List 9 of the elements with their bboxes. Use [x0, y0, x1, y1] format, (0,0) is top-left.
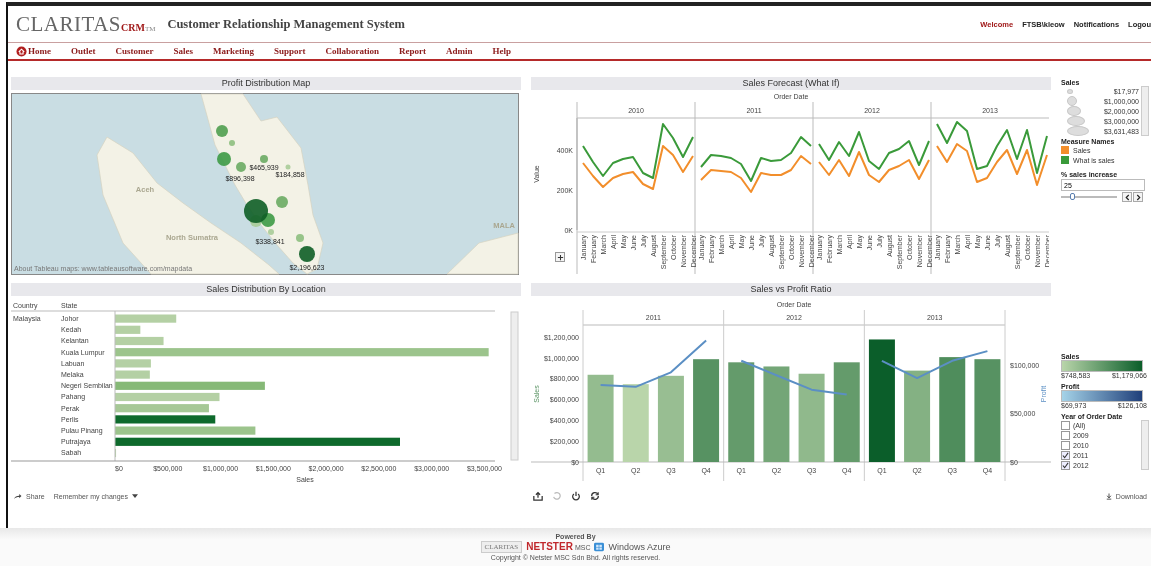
panel-title: Sales Forecast (What If) [531, 77, 1051, 90]
app-title: Customer Relationship Management System [167, 16, 405, 32]
panel-title: Sales vs Profit Ratio [531, 283, 1051, 296]
logo-wordmark: CLARITAS [16, 11, 121, 37]
azure-logo-text: Windows Azure [608, 542, 671, 552]
logo-suffix: CRM [121, 21, 145, 33]
panel-title: Profit Distribution Map [11, 77, 521, 90]
panel-title: Sales Distribution By Location [11, 283, 521, 296]
netster-logo: NETSTER [526, 542, 573, 552]
